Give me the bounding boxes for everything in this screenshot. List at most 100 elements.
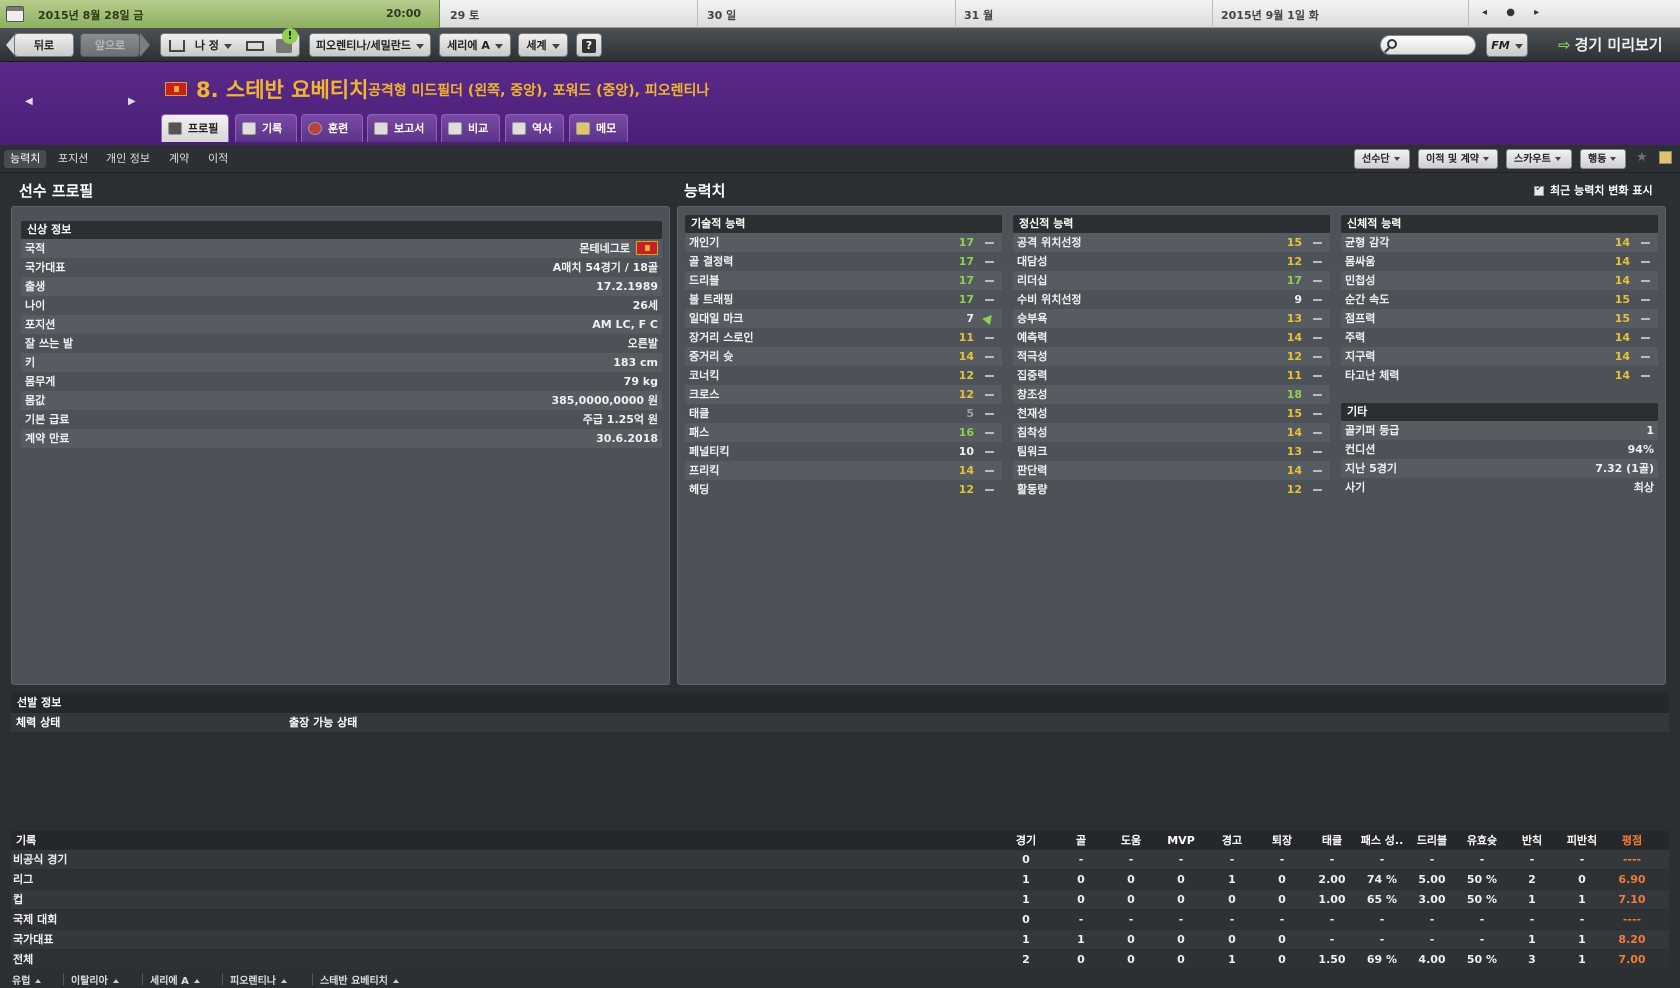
attribute-row[interactable]: 골 결정력 17 bbox=[685, 252, 1002, 271]
attribute-row[interactable]: 리더십 17 bbox=[1013, 271, 1330, 290]
breadcrumb-item[interactable]: 피오렌티나 bbox=[230, 972, 287, 987]
subtab-attributes[interactable]: 능력치 bbox=[4, 150, 47, 168]
breadcrumb-item[interactable]: 세리에 A bbox=[150, 972, 200, 987]
subtab-contract[interactable]: 계약 bbox=[163, 150, 195, 168]
tab-report[interactable]: 보고서 bbox=[367, 114, 437, 142]
attribute-row[interactable]: 대담성 12 bbox=[1013, 252, 1330, 271]
tab-notes[interactable]: 메모 bbox=[569, 114, 628, 142]
stats-column-header[interactable]: 경기 bbox=[1001, 831, 1051, 850]
attribute-row[interactable]: 타고난 체력 14 bbox=[1341, 366, 1658, 385]
bio-row-value[interactable]: 몬테네그로 bbox=[579, 239, 630, 258]
tab-compare[interactable]: 비교 bbox=[441, 114, 500, 142]
match-preview-button[interactable]: ⇨ 경기 미리보기 bbox=[1548, 28, 1680, 62]
attribute-row[interactable]: 침착성 14 bbox=[1013, 423, 1330, 442]
attribute-row[interactable]: 공격 위치선정 15 bbox=[1013, 233, 1330, 252]
table-row[interactable]: 비공식 경기 0- - - - - - - - - - - ---- bbox=[11, 850, 1669, 869]
breadcrumb-item[interactable]: 이탈리아 bbox=[71, 972, 119, 987]
attribute-row[interactable]: 프리킥 14 bbox=[685, 461, 1002, 480]
table-row[interactable]: 전체 2 0 0 0 1 0 1.50 69 % 4.00 50 % 3 1 7.00 bbox=[11, 950, 1669, 969]
attribute-row[interactable]: 몸싸움 14 bbox=[1341, 252, 1658, 271]
star-icon[interactable]: ★ bbox=[1636, 150, 1648, 165]
day-cell[interactable]: 29 토 bbox=[450, 7, 479, 23]
stats-column-header[interactable]: 유효슛 bbox=[1457, 831, 1507, 850]
league-dropdown[interactable]: 세리에 A bbox=[439, 33, 511, 57]
attribute-row[interactable]: 지구력 14 bbox=[1341, 347, 1658, 366]
squad-dropdown[interactable]: 선수단 bbox=[1354, 149, 1410, 169]
tab-history[interactable]: 기록 bbox=[235, 114, 297, 142]
attribute-row[interactable]: 코너킥 12 bbox=[685, 366, 1002, 385]
recent-changes-checkbox[interactable]: 최근 능력치 변화 표시 bbox=[1534, 182, 1653, 198]
table-row[interactable]: 국제 대회 0- - - - - - - - - - - ---- bbox=[11, 910, 1669, 929]
search-input[interactable] bbox=[1380, 35, 1476, 55]
stats-column-header[interactable]: 피반칙 bbox=[1557, 831, 1607, 850]
stats-column-header[interactable]: 골 bbox=[1056, 831, 1106, 850]
my-team-button[interactable]: 나 정 bbox=[195, 39, 219, 52]
action-dropdown[interactable]: 행동 bbox=[1580, 149, 1626, 169]
attribute-row[interactable]: 승부욕 13 bbox=[1013, 309, 1330, 328]
help-button[interactable]: ? bbox=[576, 33, 602, 57]
subtab-positions[interactable]: 포지션 bbox=[52, 150, 94, 168]
home-icon[interactable] bbox=[169, 40, 185, 52]
current-date-cell[interactable]: 2015년 8월 28일 금 20:00 bbox=[0, 0, 440, 28]
inbox-icon[interactable] bbox=[245, 41, 264, 51]
attribute-row[interactable]: 주력 14 bbox=[1341, 328, 1658, 347]
table-row[interactable]: 리그 1 0 0 0 1 0 2.00 74 % 5.00 50 % 2 0 6.90 bbox=[11, 870, 1669, 889]
world-dropdown[interactable]: 세계 bbox=[518, 33, 568, 57]
breadcrumb-item[interactable]: 스테반 요베티치 bbox=[320, 972, 399, 987]
stats-column-header[interactable]: 태클 bbox=[1307, 831, 1357, 850]
table-row[interactable]: 국가대표 1 1 0 0 0 0 - - - - 1 1 8.20 bbox=[11, 930, 1669, 949]
attribute-row[interactable]: 일대일 마크 7 bbox=[685, 309, 1002, 328]
stats-column-header[interactable]: 도움 bbox=[1106, 831, 1156, 850]
attribute-row[interactable]: 볼 트래핑 17 bbox=[685, 290, 1002, 309]
attribute-row[interactable]: 예측력 14 bbox=[1013, 328, 1330, 347]
attribute-row[interactable]: 헤딩 12 bbox=[685, 480, 1002, 499]
attribute-row[interactable]: 페널티킥 10 bbox=[685, 442, 1002, 461]
attribute-row[interactable]: 민첩성 14 bbox=[1341, 271, 1658, 290]
club-dropdown[interactable]: 피오렌티나/세밀란드 bbox=[309, 33, 431, 57]
attribute-row[interactable]: 개인기 17 bbox=[685, 233, 1002, 252]
date-nav-arrows[interactable]: ◂ ● ▸ bbox=[1482, 7, 1547, 18]
scout-dropdown[interactable]: 스카우트 bbox=[1506, 149, 1572, 169]
attribute-row[interactable]: 점프력 15 bbox=[1341, 309, 1658, 328]
attribute-row[interactable]: 적극성 12 bbox=[1013, 347, 1330, 366]
attribute-row[interactable]: 중거리 슛 14 bbox=[685, 347, 1002, 366]
attribute-row[interactable]: 판단력 14 bbox=[1013, 461, 1330, 480]
table-row[interactable]: 컵 1 0 0 0 0 0 1.00 65 % 3.00 50 % 1 1 7.10 bbox=[11, 890, 1669, 909]
attribute-row[interactable]: 팀워크 13 bbox=[1013, 442, 1330, 461]
attribute-row[interactable]: 크로스 12 bbox=[685, 385, 1002, 404]
transfer-contract-dropdown[interactable]: 이적 및 계약 bbox=[1418, 149, 1498, 169]
attribute-row[interactable]: 활동량 12 bbox=[1013, 480, 1330, 499]
tab-career[interactable]: 역사 bbox=[505, 114, 564, 142]
attribute-row[interactable]: 패스 16 bbox=[685, 423, 1002, 442]
breadcrumb-item[interactable]: 유럽 bbox=[12, 972, 42, 987]
stats-column-header[interactable]: 경고 bbox=[1207, 831, 1257, 850]
attribute-row[interactable]: 드리블 17 bbox=[685, 271, 1002, 290]
fm-menu-button[interactable]: FM bbox=[1486, 33, 1528, 57]
next-player-icon[interactable]: ▶ bbox=[128, 96, 136, 107]
attribute-row[interactable]: 태클 5 bbox=[685, 404, 1002, 423]
subtab-personal-info[interactable]: 개인 정보 bbox=[100, 150, 156, 168]
notification-icon[interactable]: ! bbox=[282, 28, 298, 44]
subtab-transfer[interactable]: 이적 bbox=[202, 150, 234, 168]
day-cell[interactable]: 2015년 9월 1일 화 bbox=[1221, 7, 1319, 23]
attribute-row[interactable]: 수비 위치선정 9 bbox=[1013, 290, 1330, 309]
day-cell[interactable]: 30 일 bbox=[707, 7, 736, 23]
attribute-row[interactable]: 균형 감각 14 bbox=[1341, 233, 1658, 252]
forward-button[interactable]: 앞으로 bbox=[80, 33, 140, 57]
back-button[interactable]: 뒤로 bbox=[14, 33, 74, 57]
prev-player-icon[interactable]: ◀ bbox=[25, 96, 33, 107]
day-cell[interactable]: 31 월 bbox=[964, 7, 993, 23]
stats-column-header[interactable]: 드리블 bbox=[1407, 831, 1457, 850]
stats-column-header[interactable]: 평점 bbox=[1607, 831, 1657, 850]
stats-column-header[interactable]: 퇴장 bbox=[1257, 831, 1307, 850]
attribute-row[interactable]: 창조성 18 bbox=[1013, 385, 1330, 404]
add-note-icon[interactable] bbox=[1659, 151, 1672, 164]
attribute-row[interactable]: 장거리 스로인 11 bbox=[685, 328, 1002, 347]
tab-training[interactable]: 훈련 bbox=[301, 114, 363, 142]
stats-column-header[interactable]: 패스 성.. bbox=[1357, 831, 1407, 850]
tab-profile[interactable]: 프로필 bbox=[161, 114, 229, 142]
stats-column-header[interactable]: MVP bbox=[1156, 831, 1206, 850]
attribute-row[interactable]: 천재성 15 bbox=[1013, 404, 1330, 423]
attribute-row[interactable]: 집중력 11 bbox=[1013, 366, 1330, 385]
attribute-row[interactable]: 순간 속도 15 bbox=[1341, 290, 1658, 309]
